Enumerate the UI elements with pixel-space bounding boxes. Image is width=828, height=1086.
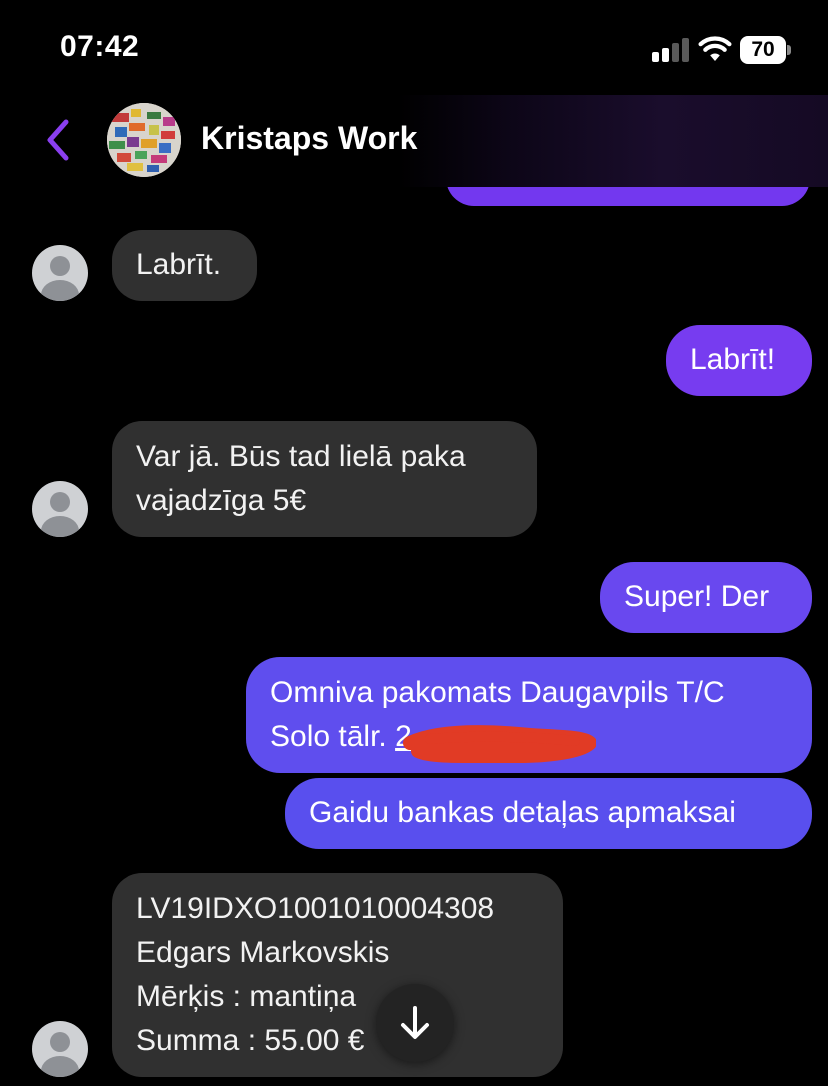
- contact-name[interactable]: Kristaps Work: [201, 120, 417, 157]
- message-text: Super! Der: [624, 580, 770, 613]
- message-text: Summa : 55.00 €: [136, 1024, 365, 1057]
- contact-avatar[interactable]: [32, 1021, 88, 1077]
- message-text: Edgars Markovskis: [136, 936, 390, 969]
- message-text: Labrīt.: [136, 248, 222, 281]
- contact-avatar[interactable]: [32, 245, 88, 301]
- scroll-to-bottom-button[interactable]: [376, 984, 454, 1062]
- back-chevron-icon[interactable]: [38, 115, 78, 165]
- message-text: Mērķis : mantiņa: [136, 980, 357, 1013]
- arrow-down-icon: [401, 1006, 429, 1039]
- battery-icon: 70: [740, 36, 791, 64]
- outgoing-message[interactable]: Super! Der: [600, 562, 812, 633]
- message-text: Labrīt!: [690, 343, 776, 376]
- chat-screen: 07:42 70 Kristaps Work Labrīt. Labrīt! V…: [0, 0, 828, 1086]
- message-text: vajadzīga 5€: [136, 484, 307, 517]
- contact-avatar[interactable]: [32, 481, 88, 537]
- battery-level: 70: [740, 36, 786, 64]
- avatar-photo-image: [107, 103, 181, 177]
- message-text: LV19IDXO1001010004308: [136, 892, 495, 925]
- cellular-signal-icon: [652, 38, 692, 62]
- incoming-message[interactable]: Var jā. Būs tad lielā paka vajadzīga 5€: [112, 421, 537, 537]
- redaction-scribble: [403, 725, 596, 763]
- message-text: Omniva pakomats Daugavpils T/C: [270, 676, 725, 709]
- status-bar: 07:42 70: [0, 0, 828, 95]
- chat-header: Kristaps Work: [0, 95, 828, 187]
- outgoing-message[interactable]: Labrīt!: [666, 325, 812, 396]
- message-text: Var jā. Būs tad lielā paka: [136, 440, 466, 473]
- wifi-icon: [698, 36, 732, 61]
- incoming-message[interactable]: LV19IDXO1001010004308 Edgars Markovskis …: [112, 873, 563, 1077]
- outgoing-message[interactable]: Gaidu bankas detaļas apmaksai: [285, 778, 812, 849]
- status-time: 07:42: [60, 30, 140, 63]
- message-text: Gaidu bankas detaļas apmaksai: [309, 796, 736, 829]
- incoming-message[interactable]: Labrīt.: [112, 230, 257, 301]
- contact-avatar-photo[interactable]: [107, 103, 181, 177]
- message-text: Solo tālr.: [270, 720, 387, 753]
